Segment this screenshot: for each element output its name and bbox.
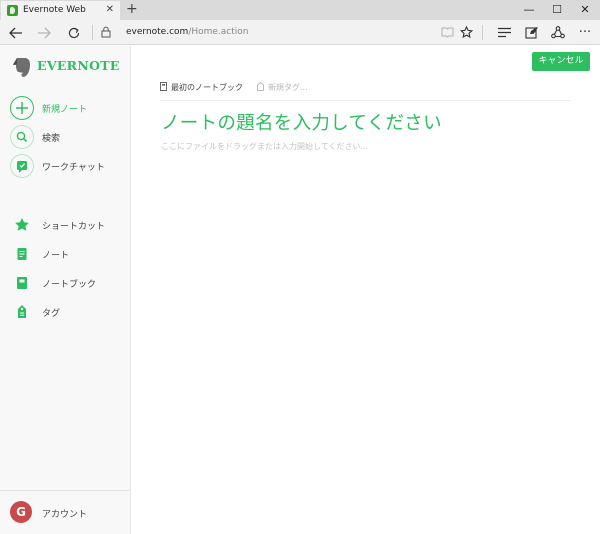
sidebar-item-tags[interactable]: タグ bbox=[10, 300, 128, 324]
window-close-button[interactable]: ✕ bbox=[571, 0, 599, 20]
address-field[interactable]: evernote.com/Home.action bbox=[126, 27, 249, 37]
sidebar-item-notes[interactable]: ノート bbox=[10, 242, 128, 266]
pen-icon bbox=[524, 27, 538, 39]
browser-navbar: evernote.com/Home.action ··· bbox=[0, 20, 600, 45]
minimize-button[interactable]: — bbox=[515, 0, 543, 20]
divider bbox=[482, 25, 483, 40]
sidebar-item-label: タグ bbox=[42, 309, 61, 319]
sidebar-item-notebooks[interactable]: ノートブック bbox=[10, 271, 128, 295]
sidebar-item-label: 新規ノート bbox=[42, 105, 88, 115]
star-icon bbox=[10, 213, 34, 237]
notebook-selector[interactable]: 最初のノートブック bbox=[160, 82, 243, 93]
tag-small-icon bbox=[257, 82, 264, 91]
search-icon bbox=[10, 125, 34, 149]
tag-placeholder: 新規タグ... bbox=[268, 83, 308, 92]
sidebar-item-label: ワークチャット bbox=[42, 163, 105, 173]
browser-tab[interactable]: Evernote Web ✕ bbox=[1, 1, 120, 20]
sidebar-item-label: 検索 bbox=[42, 134, 61, 144]
sidebar-item-shortcuts[interactable]: ショートカット bbox=[10, 213, 128, 237]
back-arrow-icon bbox=[9, 27, 22, 39]
tag-input[interactable]: 新規タグ... bbox=[257, 82, 308, 93]
new-tab-button[interactable]: + bbox=[126, 1, 138, 17]
cancel-button[interactable]: キャンセル bbox=[532, 52, 590, 71]
hub-lines-icon bbox=[497, 27, 511, 38]
share-button[interactable] bbox=[547, 20, 569, 45]
sidebar-item-label: ノート bbox=[42, 251, 70, 261]
book-icon bbox=[441, 27, 453, 38]
url-path: /Home.action bbox=[188, 27, 249, 37]
note-body-editor[interactable]: ここにファイルをドラッグまたは入力開始してください... bbox=[161, 141, 368, 152]
sidebar: EVERNOTE 新規ノート 検索 ワークチャット ショートカット ノート ノー… bbox=[0, 46, 131, 534]
back-button[interactable] bbox=[4, 20, 28, 45]
forward-button[interactable] bbox=[32, 20, 56, 45]
tab-title: Evernote Web bbox=[23, 5, 86, 15]
refresh-button[interactable] bbox=[62, 20, 86, 45]
hub-button[interactable] bbox=[493, 20, 515, 45]
url-host: evernote.com bbox=[126, 27, 189, 37]
sidebar-item-new-note[interactable]: 新規ノート bbox=[10, 96, 128, 120]
account-label: アカウント bbox=[42, 510, 88, 520]
sidebar-item-work-chat[interactable]: ワークチャット bbox=[10, 154, 128, 178]
note-title-input[interactable]: ノートの題名を入力してください bbox=[161, 109, 442, 135]
sidebar-item-label: ショートカット bbox=[42, 222, 106, 232]
tab-close-icon[interactable]: ✕ bbox=[106, 4, 114, 16]
plus-icon bbox=[10, 96, 34, 120]
chat-icon bbox=[10, 154, 34, 178]
notebook-small-icon bbox=[160, 82, 167, 91]
divider bbox=[92, 25, 93, 40]
browser-titlebar: Evernote Web ✕ + — ☐ ✕ bbox=[0, 0, 600, 20]
refresh-icon bbox=[68, 27, 80, 39]
more-button[interactable]: ··· bbox=[574, 20, 596, 45]
avatar: G bbox=[10, 501, 32, 523]
notebook-icon bbox=[10, 271, 34, 295]
forward-arrow-icon bbox=[38, 27, 51, 39]
web-note-button[interactable] bbox=[520, 20, 542, 45]
evernote-elephant-icon bbox=[13, 58, 30, 77]
maximize-button[interactable]: ☐ bbox=[543, 0, 571, 20]
brand-wordmark: EVERNOTE bbox=[37, 58, 120, 73]
notebook-label: 最初のノートブック bbox=[171, 83, 243, 92]
favorite-button[interactable] bbox=[455, 20, 477, 45]
share-icon bbox=[551, 26, 565, 39]
tag-icon bbox=[10, 300, 34, 324]
note-icon bbox=[10, 242, 34, 266]
sidebar-account[interactable]: G アカウント bbox=[0, 490, 130, 534]
sidebar-item-label: ノートブック bbox=[42, 280, 97, 290]
star-outline-icon bbox=[459, 25, 473, 39]
note-meta-row: 最初のノートブック 新規タグ... bbox=[160, 79, 570, 101]
lock-icon bbox=[101, 26, 111, 38]
evernote-favicon-icon bbox=[7, 5, 18, 16]
sidebar-item-search[interactable]: 検索 bbox=[10, 125, 128, 149]
